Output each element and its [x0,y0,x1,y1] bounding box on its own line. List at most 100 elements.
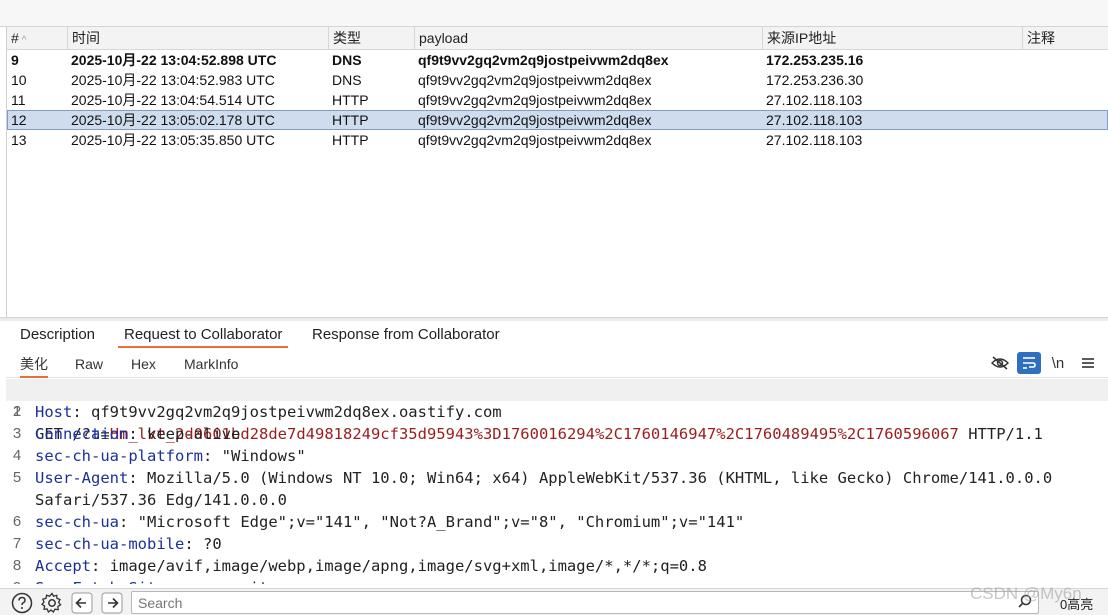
cell-time: 2025-10月-22 13:04:52.983 UTC [71,72,275,88]
header-colon: : [202,447,213,465]
header-colon: : [119,513,129,531]
table-row[interactable]: 10 2025-10月-22 13:04:52.983 UTC DNS qf9t9vv… [7,70,1108,90]
request-header-line: 4 sec-ch-ua-platform: "Windows" [6,445,1108,467]
table-body: 9 2025-10月-22 13:04:52.898 UTC DNS qf9t9vv2… [7,50,1108,150]
header-value: ?0 [193,535,222,553]
forward-arrow-icon[interactable] [100,591,124,615]
menu-icon[interactable] [1076,352,1100,374]
header-colon: : [72,403,82,421]
gear-icon[interactable] [40,591,64,615]
request-header-line: 3 Connection: keep-alive [6,423,1108,445]
cell-number: 9 [11,52,19,68]
sort-asc-icon: ^ [21,35,27,46]
column-header-payload[interactable]: payload [414,27,762,50]
cell-source-ip: 27.102.118.103 [766,92,863,108]
cell-source-ip: 27.102.118.103 [766,112,863,128]
cell-type: HTTP [332,132,369,148]
table-header: # ^ 时间 类型 payload 来源IP地址 注释 [7,27,1108,50]
wrap-icon[interactable] [1017,352,1041,374]
view-tab-pretty[interactable]: 美化 [20,350,48,378]
search-input[interactable] [132,592,1012,613]
column-header-source-ip[interactable]: 来源IP地址 [762,27,1022,50]
bottom-bar: 0高亮 [0,588,1108,615]
table-row[interactable]: 12 2025-10月-22 13:05:02.178 UTC HTTP qf9t9v… [7,110,1108,130]
cell-payload: qf9t9vv2gq2vm2q9jostpeivwm2dq8ex [418,132,652,148]
line-number: 3 [12,425,22,442]
column-header-time[interactable]: 时间 [67,27,328,50]
request-editor[interactable]: 1 GET /?a=Hm_lvt_2d0601bd28de7d49818249c… [6,379,1108,584]
column-header-type[interactable]: 类型 [328,27,414,50]
request-header-line: 2 Host: qf9t9vv2gq2vm2q9jostpeivwm2dq8ex.… [6,401,1108,423]
header-colon: : [128,469,138,487]
cell-number: 10 [11,72,27,88]
cell-comment [1022,50,1026,70]
view-tab-hex[interactable]: Hex [131,350,156,378]
cell-source-ip: 172.253.235.16 [766,52,864,68]
header-colon: : [91,557,101,575]
newline-icon[interactable]: \n [1046,352,1070,374]
tab-response-from-collaborator[interactable]: Response from Collaborator [306,321,506,348]
cell-source-ip: 172.253.236.30 [766,72,864,88]
header-colon: : [184,535,194,553]
header-name: Accept [35,557,91,575]
cell-payload: qf9t9vv2gq2vm2q9jostpeivwm2dq8ex [418,72,652,88]
tab-request-to-collaborator[interactable]: Request to Collaborator [118,321,289,348]
header-value: qf9t9vv2gq2vm2q9jostpeivwm2dq8ex.oastify… [81,403,502,421]
back-arrow-icon[interactable] [70,591,94,615]
cell-comment [1022,90,1026,110]
cell-type: HTTP [332,92,369,108]
table-row[interactable]: 13 2025-10月-22 13:05:35.850 UTC HTTP qf9t9v… [7,130,1108,150]
eye-off-icon[interactable] [988,352,1012,374]
line-number: 4 [12,447,22,464]
interactions-table: # ^ 时间 类型 payload 来源IP地址 注释 9 2025-10月-22 … [6,27,1108,317]
line-number: 7 [12,535,22,552]
header-name: sec-ch-ua [35,513,119,531]
request-header-line: 8 Accept: image/avif,image/webp,image/apn… [6,555,1108,577]
header-name: Connection [35,425,129,443]
cell-type: HTTP [332,112,369,128]
cell-time: 2025-10月-22 13:04:54.514 UTC [71,92,275,108]
header-value: image/avif,image/webp,image/apng,image/s… [100,557,707,575]
cell-time: 2025-10月-22 13:04:52.898 UTC [71,52,277,68]
cell-payload: qf9t9vv2gq2vm2q9jostpeivwm2dq8ex [418,112,652,128]
view-tab-raw[interactable]: Raw [75,350,103,378]
header-name: User-Agent [35,469,129,487]
column-header-comment[interactable]: 注释 [1022,27,1108,50]
search-field[interactable] [131,591,1039,614]
line-number: 9 [6,577,28,584]
line-number: 8 [12,557,22,574]
table-row[interactable]: 9 2025-10月-22 13:04:52.898 UTC DNS qf9t9vv2… [7,50,1108,70]
cell-type: DNS [332,52,362,68]
cell-type: DNS [332,72,362,88]
cell-payload: qf9t9vv2gq2vm2q9jostpeivwm2dq8ex [418,92,652,108]
request-header-line: 6 sec-ch-ua: "Microsoft Edge";v="141", "N… [6,511,1108,533]
table-row[interactable]: 11 2025-10月-22 13:04:54.514 UTC HTTP qf9t9v… [7,90,1108,110]
view-tabs: 美化 Raw Hex MarkInfo \n [6,350,1108,378]
help-icon[interactable] [10,591,34,615]
cell-comment [1022,70,1026,90]
header-name: Sec-Fetch-Site [35,579,166,584]
cell-number: 11 [11,92,26,108]
header-name: sec-ch-ua-mobile [35,535,185,553]
header-value: "Microsoft Edge";v="141", "Not?A_Brand";… [128,513,745,531]
header-colon: : [166,579,175,584]
request-header-line: 7 sec-ch-ua-mobile: ?0 [6,533,1108,555]
cell-time: 2025-10月-22 13:05:02.178 UTC [71,112,275,128]
header-value: cross-site [175,579,277,584]
request-header-line: 9 Sec-Fetch-Site: cross-site [6,577,1108,584]
header-value: "Windows" [212,447,306,465]
top-strip [0,0,1108,27]
cell-source-ip: 27.102.118.103 [766,132,863,148]
cell-comment [1022,110,1026,130]
tab-description[interactable]: Description [14,321,101,348]
line-number: 5 [12,469,22,486]
view-tab-markinfo[interactable]: MarkInfo [184,350,238,378]
cell-time: 2025-10月-22 13:05:35.850 UTC [71,132,275,148]
detail-tabs: Description Request to Collaborator Resp… [6,321,1108,348]
header-name: sec-ch-ua-platform [35,447,203,465]
watermark: CSDN @My6n [970,584,1082,603]
column-header-number[interactable]: # ^ [7,27,67,50]
cell-payload: qf9t9vv2gq2vm2q9jostpeivwm2dq8ex [418,52,669,68]
header-value: Mozilla/5.0 (Windows NT 10.0; Win64; x64… [137,469,1053,487]
header-colon: : [128,425,138,443]
